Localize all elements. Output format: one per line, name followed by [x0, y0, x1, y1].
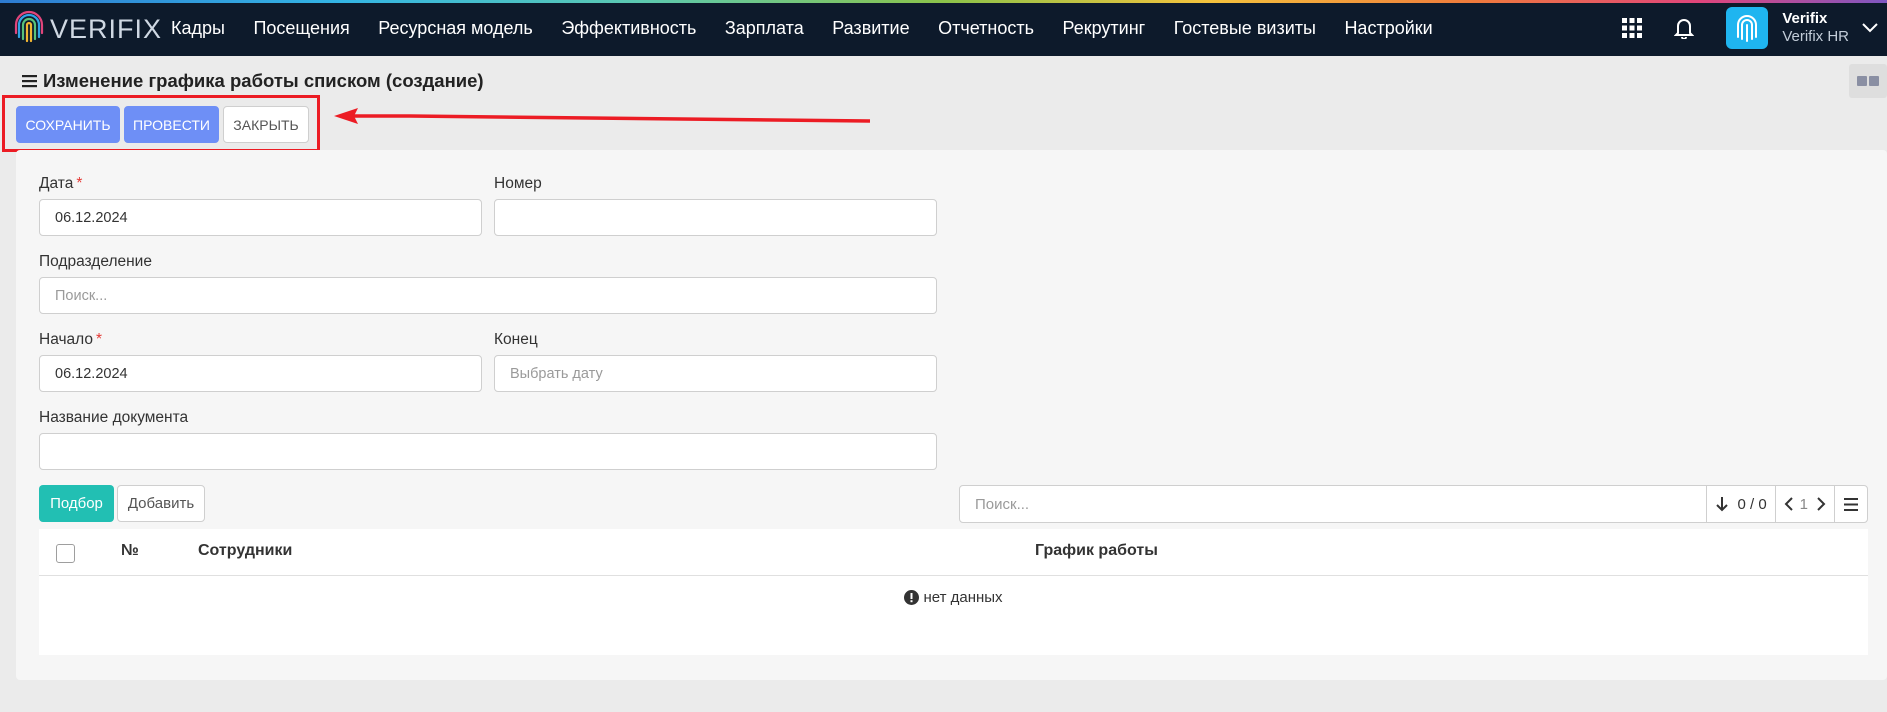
doc-name-input[interactable]: [39, 433, 937, 470]
chevron-right-icon[interactable]: [1816, 496, 1826, 512]
employees-table: № Сотрудники График работы нет данных: [39, 529, 1868, 655]
grid-search-bar: Поиск... 0 / 0 1: [959, 485, 1868, 523]
annotation-highlight-box: [2, 95, 320, 152]
date-input[interactable]: 06.12.2024: [39, 199, 482, 236]
select-button[interactable]: Подбор: [39, 485, 114, 522]
bell-icon: [1674, 19, 1695, 39]
translate-icon: [1857, 76, 1879, 86]
grid-menu-button[interactable]: [1834, 486, 1867, 522]
number-input[interactable]: [494, 199, 937, 236]
nav-item-salary[interactable]: Зарплата: [725, 18, 804, 39]
nav-item-attendance[interactable]: Посещения: [253, 18, 349, 39]
list-menu-icon: [1844, 497, 1858, 511]
nav-item-resource-model[interactable]: Ресурсная модель: [378, 18, 533, 39]
notifications-button[interactable]: [1664, 8, 1704, 48]
nav-item-development[interactable]: Развитие: [832, 18, 909, 39]
logo-text: VERIFIX: [50, 13, 163, 44]
annotation-arrow: [334, 108, 871, 124]
chevron-left-icon[interactable]: [1784, 496, 1794, 512]
doc-name-label: Название документа: [39, 409, 189, 426]
nav-item-reports[interactable]: Отчетность: [938, 18, 1034, 39]
column-header-schedule[interactable]: График работы: [1035, 542, 1158, 560]
division-input[interactable]: Поиск...: [39, 277, 937, 314]
grid-counter-text: 0 / 0: [1737, 495, 1767, 513]
app-logo[interactable]: VERIFIX: [14, 8, 162, 50]
avatar[interactable]: [1726, 7, 1769, 49]
grid-counter: 0 / 0: [1706, 486, 1774, 522]
translate-button[interactable]: [1849, 64, 1887, 98]
hamburger-icon[interactable]: [22, 74, 37, 88]
main-nav: Кадры Посещения Ресурсная модель Эффекти…: [171, 0, 1461, 56]
page-title: Изменение графика работы списком (создан…: [22, 70, 484, 92]
nav-item-efficiency[interactable]: Эффективность: [561, 18, 696, 39]
user-name: Verifix: [1782, 10, 1828, 27]
division-label: Подразделение: [39, 253, 152, 270]
column-header-employees[interactable]: Сотрудники: [198, 542, 292, 560]
number-label: Номер: [494, 175, 542, 192]
top-navbar: VERIFIX Кадры Посещения Ресурсная модель…: [0, 0, 1887, 56]
user-menu[interactable]: Verifix Verifix HR: [1782, 10, 1849, 46]
page-number: 1: [1799, 495, 1808, 513]
end-label: Конец: [494, 331, 538, 348]
apps-grid-button[interactable]: [1612, 8, 1652, 48]
empty-state: нет данных: [39, 589, 1868, 606]
apps-grid-icon: [1622, 18, 1643, 38]
pagination: 1: [1774, 486, 1834, 522]
info-circle-icon: [904, 590, 920, 605]
chevron-down-icon[interactable]: [1861, 22, 1879, 34]
column-header-number[interactable]: №: [121, 542, 139, 560]
empty-state-text: нет данных: [923, 589, 1003, 606]
start-label: Начало *: [39, 331, 103, 348]
fingerprint-icon: [1737, 15, 1758, 42]
page-title-text: Изменение графика работы списком (создан…: [43, 70, 484, 91]
grid-search-input[interactable]: Поиск...: [960, 486, 1706, 522]
nav-item-guest-visits[interactable]: Гостевые визиты: [1174, 18, 1316, 39]
end-date-input[interactable]: Выбрать дату: [494, 355, 937, 392]
fingerprint-logo-icon: [14, 10, 44, 43]
table-header: № Сотрудники График работы: [39, 529, 1868, 576]
date-label: Дата *: [39, 175, 83, 192]
nav-item-personnel[interactable]: Кадры: [171, 18, 225, 39]
user-org: Verifix HR: [1782, 28, 1849, 45]
navbar-right: Verifix Verifix HR: [1612, 0, 1887, 56]
start-date-input[interactable]: 06.12.2024: [39, 355, 482, 392]
add-button[interactable]: Добавить: [117, 485, 205, 522]
arrow-down-icon[interactable]: [1715, 496, 1729, 512]
nav-item-recruiting[interactable]: Рекрутинг: [1062, 18, 1145, 39]
select-all-checkbox[interactable]: [56, 544, 75, 563]
nav-item-settings[interactable]: Настройки: [1344, 18, 1432, 39]
